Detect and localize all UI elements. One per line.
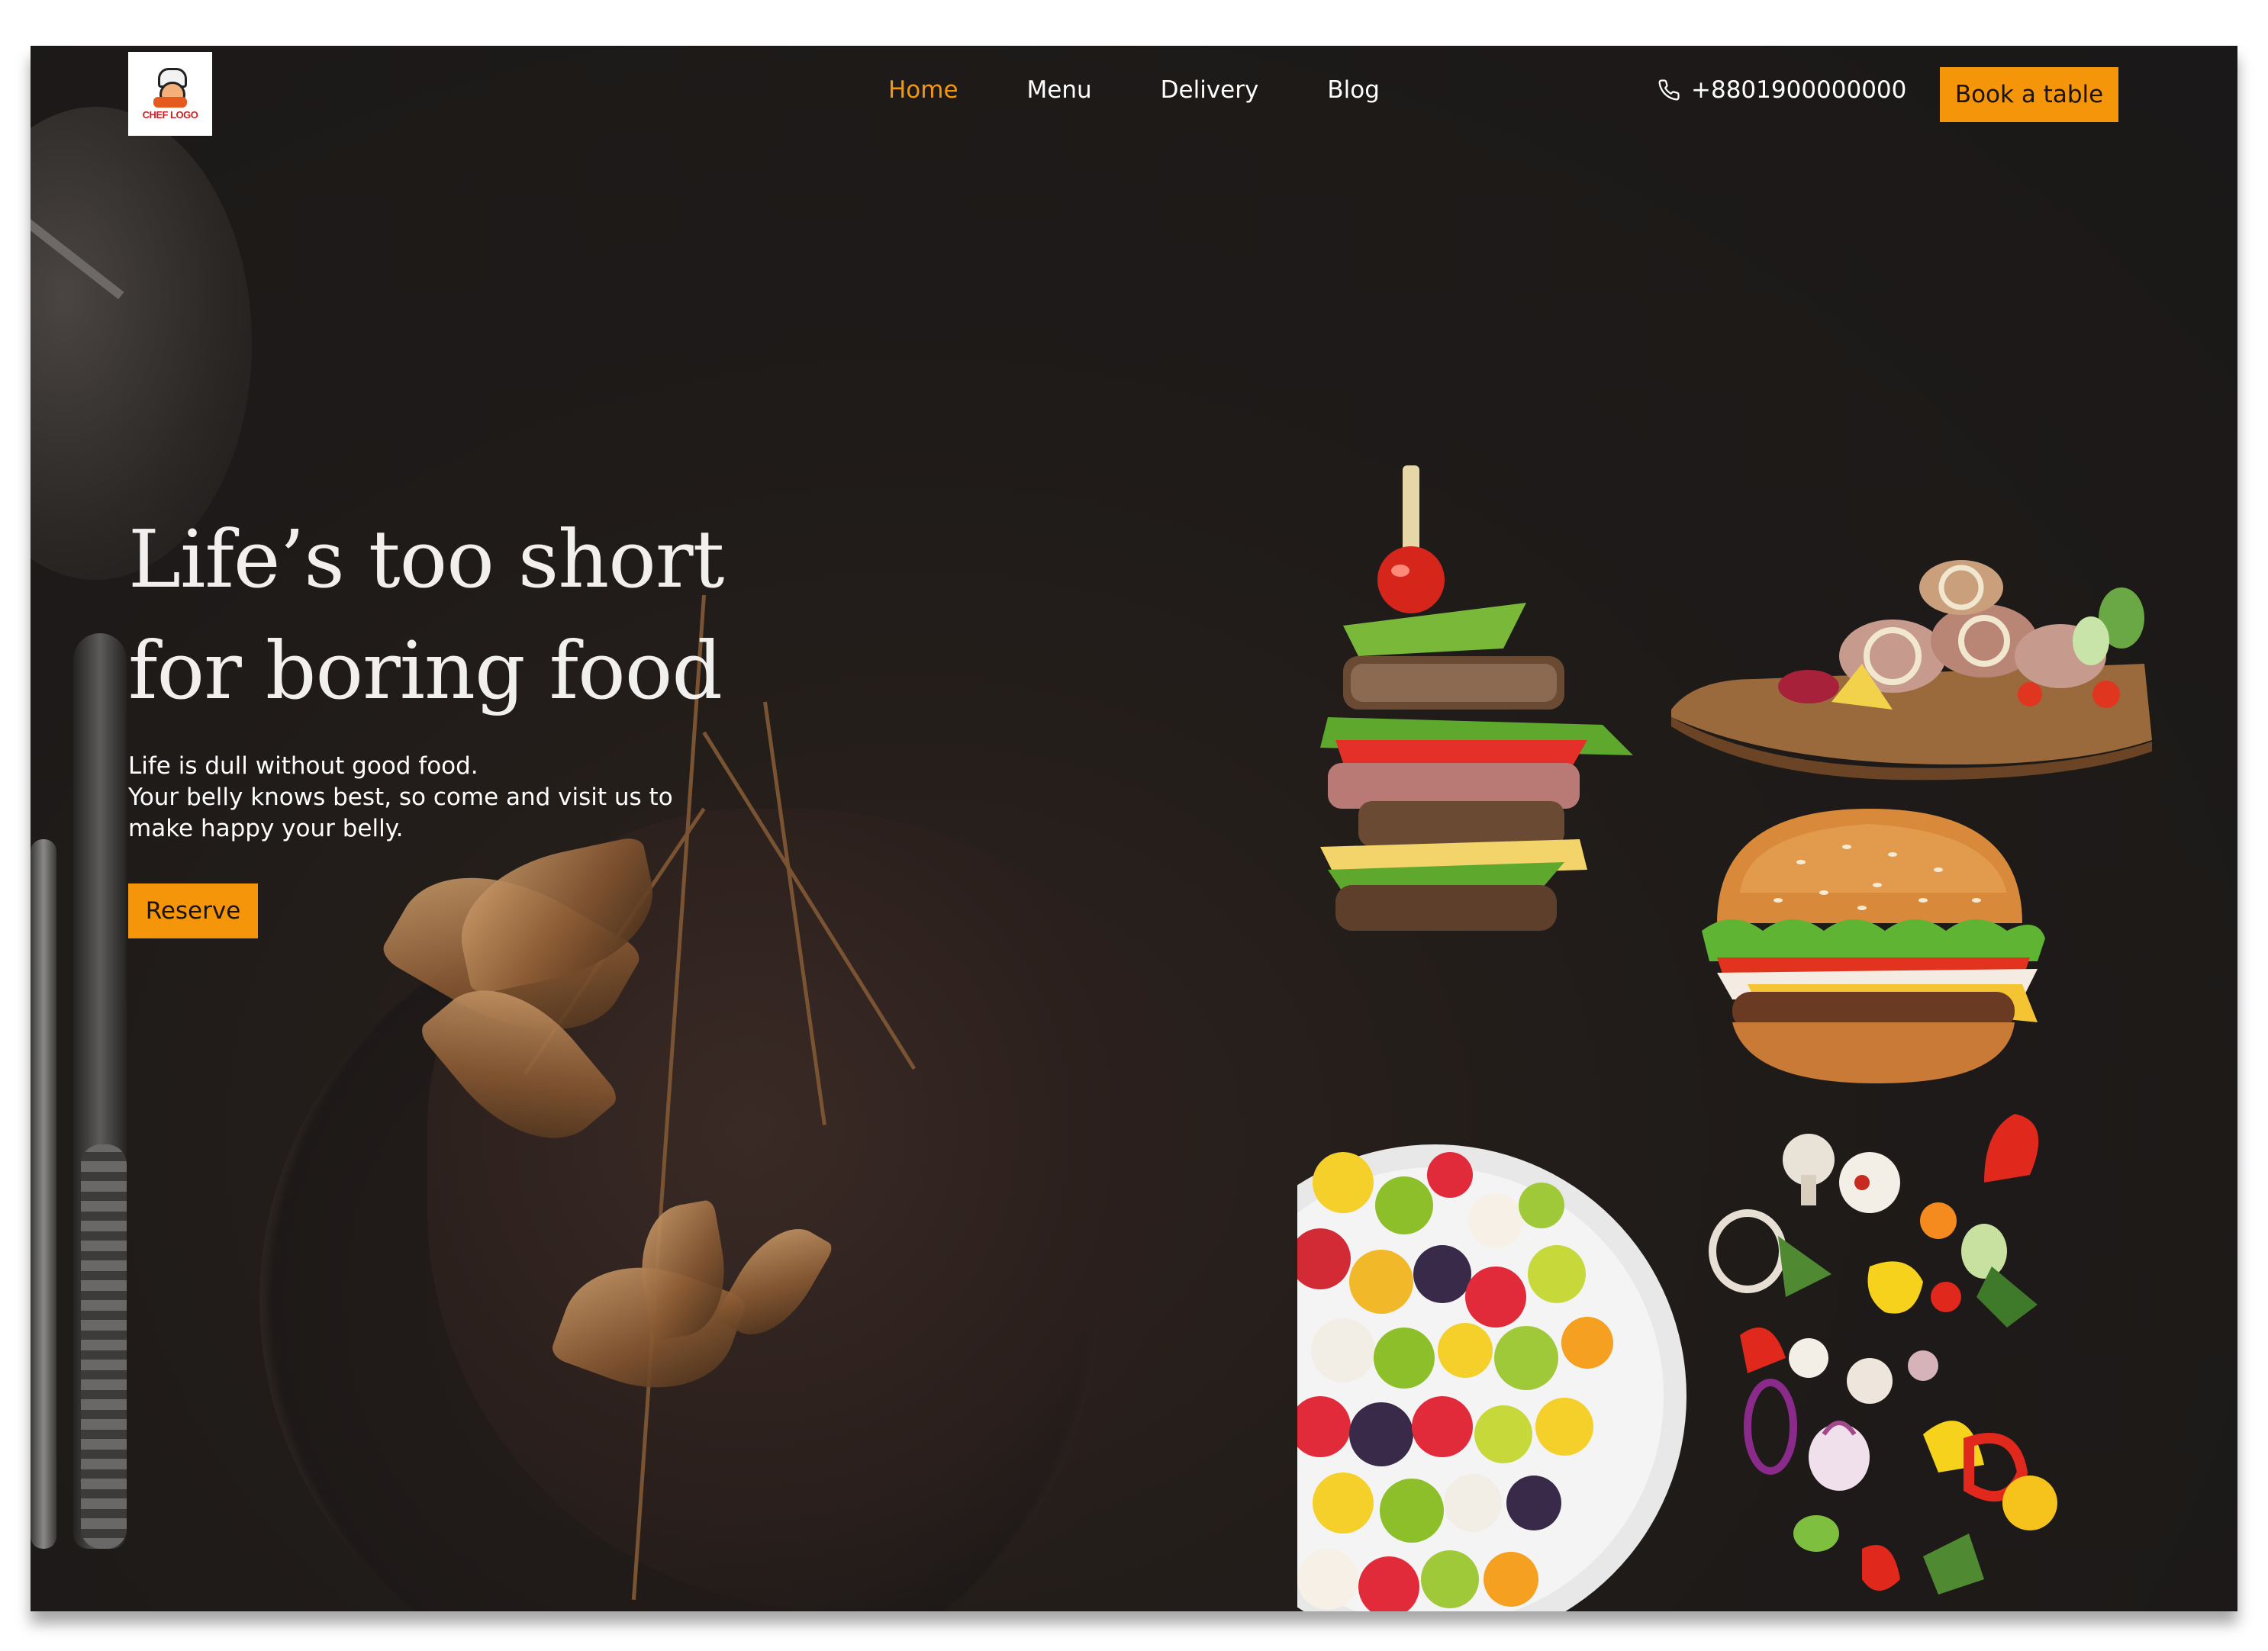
phone-icon — [1658, 79, 1680, 101]
hero-copy-line-3: make happy your belly. — [128, 815, 404, 842]
burger-image — [1702, 809, 2045, 1083]
chef-logo[interactable]: CHEF LOGO — [128, 52, 212, 136]
logo-text: CHEF LOGO — [142, 108, 198, 121]
hero-title-line-1: Life’s too short — [128, 513, 724, 606]
nav-delivery[interactable]: Delivery — [1161, 76, 1259, 104]
fruit-salad-image — [1297, 1091, 1694, 1611]
hero-title: Life’s too short for boring food — [128, 504, 784, 726]
nav-blog[interactable]: Blog — [1327, 76, 1380, 104]
nav-menu[interactable]: Menu — [1027, 76, 1092, 104]
main-nav: Home Menu Delivery Blog — [888, 76, 1448, 104]
phone-number: +8801900000000 — [1691, 76, 1907, 104]
meat-platter-image — [1671, 560, 2152, 780]
nav-home[interactable]: Home — [888, 76, 958, 104]
sandwich-image — [1320, 465, 1633, 931]
hero-title-line-2: for boring food — [128, 624, 723, 717]
chef-icon — [147, 67, 193, 108]
knife-handle-decoration — [81, 1144, 127, 1549]
vegetables-image — [1709, 1114, 2057, 1595]
hero-copy-line-2: Your belly knows best, so come and visit… — [128, 784, 673, 811]
phone-contact[interactable]: +8801900000000 — [1658, 76, 1906, 104]
fork-decoration — [31, 839, 56, 1549]
reserve-button[interactable]: Reserve — [128, 883, 258, 938]
hero-copy-line-1: Life is dull without good food. — [128, 752, 478, 780]
hero-description: Life is dull without good food. Your bel… — [128, 751, 708, 845]
landing-page: CHEF LOGO Home Menu Delivery Blog +88019… — [31, 46, 2237, 1611]
book-table-button[interactable]: Book a table — [1940, 67, 2118, 122]
